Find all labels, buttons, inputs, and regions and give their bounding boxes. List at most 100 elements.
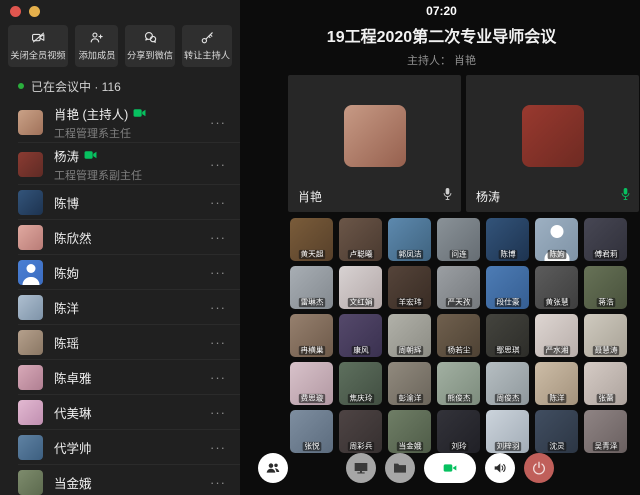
avatar	[18, 225, 43, 250]
participant-row[interactable]: 陈瑶 ···	[0, 325, 240, 360]
attendee-tile[interactable]: 段仕豪	[486, 266, 529, 309]
avatar	[18, 365, 43, 390]
participant-row[interactable]: 陈博 ···	[0, 185, 240, 220]
attendee-tile[interactable]: 杨若尘	[437, 314, 480, 357]
attendee-tile[interactable]: 熊俊杰	[437, 362, 480, 405]
participant-row[interactable]: 肖艳 (主持人) 工程管理系主任 ···	[0, 101, 240, 143]
attendee-tile[interactable]: 吴青泽	[584, 410, 627, 453]
share-file-button[interactable]	[385, 453, 415, 483]
participant-row[interactable]: 代学帅 ···	[0, 430, 240, 465]
minimize-window-button[interactable]	[29, 6, 40, 17]
attendee-tile[interactable]: 张悦	[290, 410, 333, 453]
attendee-tile[interactable]: 陈姁	[535, 218, 578, 261]
more-options-button[interactable]: ···	[204, 405, 226, 420]
attendee-tile[interactable]: 鄢思琪	[486, 314, 529, 357]
action-button-0[interactable]: 关闭全员视频	[8, 25, 68, 67]
attendee-tile[interactable]: 严水湘	[535, 314, 578, 357]
camera-button[interactable]	[424, 453, 476, 483]
camera-on-icon	[442, 460, 458, 476]
participant-role: 工程管理系主任	[54, 125, 204, 141]
attendee-tile[interactable]: 文红娟	[339, 266, 382, 309]
participant-name: 傅君莉	[592, 250, 618, 259]
more-options-button[interactable]: ···	[204, 335, 226, 350]
participant-name: 聂慧涛	[592, 346, 618, 355]
participant-name: 周俊杰	[494, 394, 520, 403]
attendee-tile[interactable]: 黄天超	[290, 218, 333, 261]
attendee-tile[interactable]: 聂慧涛	[584, 314, 627, 357]
participant-name: 周彩兵	[347, 442, 373, 451]
attendee-tile[interactable]: 彭渝洋	[388, 362, 431, 405]
participant-name: 陈瑶	[54, 333, 79, 352]
attendee-tile[interactable]: 张蕾	[584, 362, 627, 405]
attendee-tile[interactable]: 问连	[437, 218, 480, 261]
participant-row[interactable]: 陈洋 ···	[0, 290, 240, 325]
more-options-button[interactable]: ···	[204, 300, 226, 315]
avatar	[18, 110, 43, 135]
avatar	[18, 400, 43, 425]
attendee-tile[interactable]: 费思璇	[290, 362, 333, 405]
attendee-tile[interactable]: 蒋浩	[584, 266, 627, 309]
avatar	[344, 105, 406, 167]
attendee-tile[interactable]: 黄张慧	[535, 266, 578, 309]
participant-name: 沈灵	[547, 442, 566, 451]
leave-button[interactable]	[524, 453, 554, 483]
attendee-tile[interactable]: 陈博	[486, 218, 529, 261]
featured-video-tile[interactable]: 杨涛	[466, 75, 639, 212]
screen-share-icon	[353, 460, 369, 476]
attendee-tile[interactable]: 卢聪曦	[339, 218, 382, 261]
screen-share-button[interactable]	[346, 453, 376, 483]
more-options-button[interactable]: ···	[204, 370, 226, 385]
action-button-3[interactable]: 转让主持人	[182, 25, 232, 67]
microphone-icon	[620, 187, 631, 206]
more-options-button[interactable]: ···	[204, 115, 226, 130]
participant-name: 代学帅	[54, 438, 92, 457]
more-options-button[interactable]: ···	[204, 265, 226, 280]
more-options-button[interactable]: ···	[204, 157, 226, 172]
participant-row[interactable]: 杨涛 工程管理系副主任 ···	[0, 143, 240, 185]
featured-video-stage: 肖艳 杨涛	[240, 68, 640, 212]
participant-name: 陈卓雅	[54, 368, 92, 387]
speaker-button[interactable]	[485, 453, 515, 483]
participant-name: 杨涛	[54, 146, 79, 165]
participant-name: 刘梓羽	[494, 442, 520, 451]
attendee-tile[interactable]: 傅君莉	[584, 218, 627, 261]
attendee-tile[interactable]: 刘梓羽	[486, 410, 529, 453]
more-options-button[interactable]: ···	[204, 230, 226, 245]
attendee-tile[interactable]: 当金娥	[388, 410, 431, 453]
online-status-dot	[18, 83, 24, 89]
participant-row[interactable]: 当金娥 ···	[0, 465, 240, 495]
attendee-tile[interactable]: 周俊杰	[486, 362, 529, 405]
attendee-tile[interactable]: 沈灵	[535, 410, 578, 453]
attendee-tile[interactable]: 陈洋	[535, 362, 578, 405]
participant-row[interactable]: 代美琳 ···	[0, 395, 240, 430]
more-options-button[interactable]: ···	[204, 475, 226, 490]
action-button-1[interactable]: 添加成员	[75, 25, 118, 67]
attendee-tile[interactable]: 刘玲	[437, 410, 480, 453]
more-options-button[interactable]: ···	[204, 195, 226, 210]
avatar	[18, 470, 43, 495]
attendee-tile[interactable]: 严天孜	[437, 266, 480, 309]
attendee-tile[interactable]: 羊宏玮	[388, 266, 431, 309]
attendee-tile[interactable]: 康风	[339, 314, 382, 357]
attendee-tile[interactable]: 焦庆玲	[339, 362, 382, 405]
featured-video-tile[interactable]: 肖艳	[288, 75, 461, 212]
participant-row[interactable]: 陈卓雅 ···	[0, 360, 240, 395]
participant-row[interactable]: 陈欣然 ···	[0, 220, 240, 255]
participant-row[interactable]: 陈姁 ···	[0, 255, 240, 290]
meeting-main-panel: 07:20 19工程2020第二次专业导师会议 主持人： 肖艳 肖艳 杨涛 黄天…	[240, 0, 640, 495]
meeting-host-label: 主持人： 肖艳	[240, 52, 640, 68]
action-button-2[interactable]: 分享到微信	[125, 25, 175, 67]
participant-name: 卢聪曦	[347, 250, 373, 259]
attendee-tile[interactable]: 周朝辉	[388, 314, 431, 357]
participants-button[interactable]	[258, 453, 288, 483]
participant-name: 羊宏玮	[396, 298, 422, 307]
attendee-tile[interactable]: 雷琳杰	[290, 266, 333, 309]
participant-name: 文红娟	[347, 298, 373, 307]
attendee-tile[interactable]: 郭凤洁	[388, 218, 431, 261]
close-window-button[interactable]	[10, 6, 21, 17]
key-icon	[200, 30, 215, 45]
avatar	[18, 330, 43, 355]
attendee-tile[interactable]: 周彩兵	[339, 410, 382, 453]
attendee-tile[interactable]: 冉横巢	[290, 314, 333, 357]
more-options-button[interactable]: ···	[204, 440, 226, 455]
